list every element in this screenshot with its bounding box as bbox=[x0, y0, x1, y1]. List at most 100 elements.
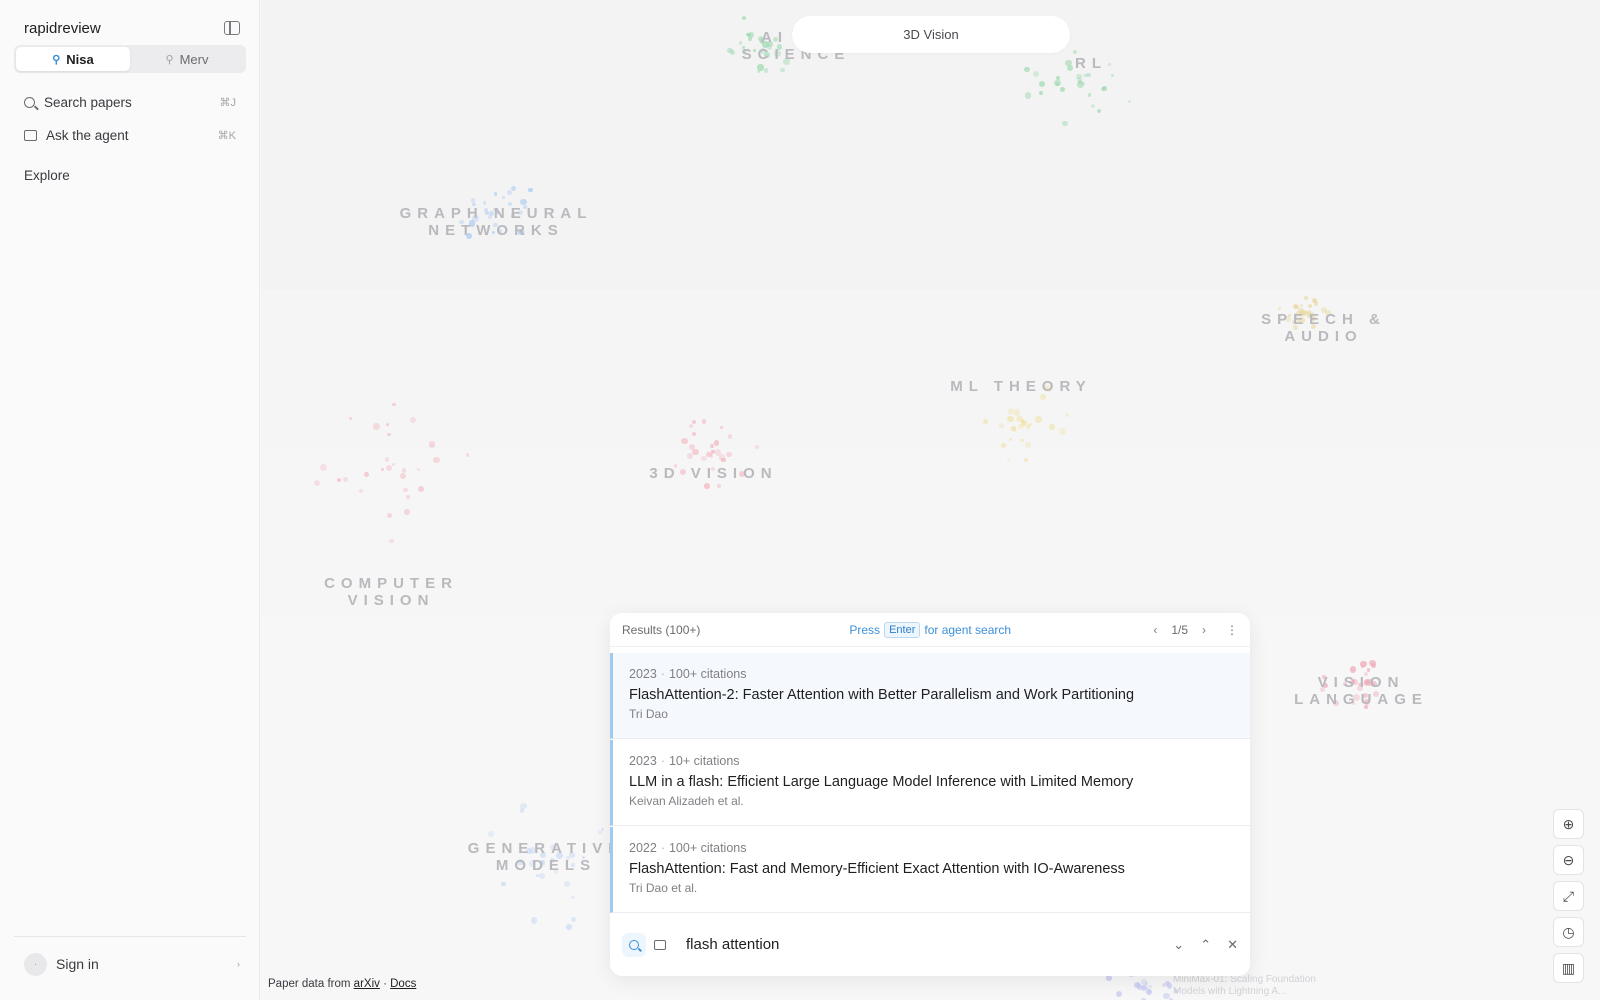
map-band bbox=[261, 290, 1600, 450]
profile-switcher: ⚲ Nisa ⚲ Merv bbox=[14, 45, 246, 73]
paper-dot bbox=[692, 449, 699, 456]
docs-link[interactable]: Docs bbox=[390, 978, 416, 990]
cluster-label-rl[interactable]: RL bbox=[1061, 55, 1121, 72]
paper-dot bbox=[1025, 442, 1031, 448]
sidebar: rapidreview ⚲ Nisa ⚲ Merv Search papers … bbox=[0, 0, 260, 1000]
sidebar-toggle-icon[interactable] bbox=[224, 21, 240, 35]
pager: ‹ 1/5 › ⋮ bbox=[1153, 623, 1238, 637]
result-title: FlashAttention: Fast and Memory-Efficien… bbox=[629, 861, 1125, 877]
cluster-label-vision-language[interactable]: VISION LANGUAGE bbox=[1246, 674, 1476, 708]
paper-dot bbox=[704, 483, 710, 489]
paper-dot bbox=[692, 420, 697, 424]
chevron-down-icon[interactable]: ⌄ bbox=[1173, 937, 1184, 953]
faint-paper-label: MiniMax-01: Scaling Foundation Models wi… bbox=[1173, 974, 1316, 997]
result-year: 2023 bbox=[629, 754, 657, 768]
chat-icon bbox=[654, 939, 666, 950]
search-icon bbox=[629, 939, 639, 950]
paper-dot bbox=[1076, 81, 1084, 89]
arxiv-link[interactable]: arXiv bbox=[354, 978, 380, 990]
paper-dot bbox=[727, 434, 732, 439]
profile-tab-nisa[interactable]: ⚲ Nisa bbox=[16, 47, 130, 71]
result-citations: 100+ citations bbox=[668, 667, 747, 681]
current-topic-pill[interactable]: 3D Vision bbox=[792, 16, 1070, 53]
paper-dot bbox=[1148, 985, 1152, 989]
profile-tab-merv[interactable]: ⚲ Merv bbox=[130, 47, 244, 71]
paper-dot bbox=[1023, 457, 1028, 462]
sign-in-label: Sign in bbox=[56, 956, 99, 972]
paper-dot bbox=[1007, 408, 1015, 415]
nav-explore[interactable]: Explore bbox=[24, 168, 70, 183]
map-view-button[interactable]: ▥ bbox=[1553, 953, 1584, 983]
result-title: LLM in a flash: Efficient Large Language… bbox=[629, 774, 1134, 790]
paper-dot bbox=[1096, 108, 1101, 113]
paper-dot bbox=[1028, 422, 1032, 427]
paper-dot bbox=[1018, 423, 1024, 430]
nav-search-papers[interactable]: Search papers ⌘J bbox=[24, 91, 236, 113]
search-input[interactable] bbox=[686, 936, 1126, 953]
result-authors: Keivan Alizadeh et al. bbox=[629, 794, 744, 808]
paper-dot bbox=[530, 917, 537, 924]
chevron-left-icon[interactable]: ‹ bbox=[1153, 623, 1157, 637]
expand-icon: ⤢ bbox=[1562, 887, 1575, 904]
fit-view-button[interactable]: ⤢ bbox=[1553, 881, 1584, 911]
paper-dot bbox=[488, 831, 494, 837]
paper-dot bbox=[1116, 990, 1123, 997]
paper-dot bbox=[1024, 91, 1032, 99]
paper-dot bbox=[1007, 415, 1014, 422]
chat-icon bbox=[24, 129, 37, 141]
results-panel: Results (100+) Press Enter for agent sea… bbox=[610, 613, 1250, 976]
paper-dot bbox=[1032, 70, 1039, 78]
cluster-label-computer-vision[interactable]: COMPUTER VISION bbox=[311, 575, 471, 609]
cluster-label-3d-vision[interactable]: 3D VISION bbox=[641, 465, 786, 482]
map-icon: ▥ bbox=[1561, 959, 1576, 976]
profile-label: Nisa bbox=[66, 51, 94, 67]
shortcut-hint: ⌘J bbox=[219, 96, 237, 109]
paper-dot bbox=[1166, 983, 1173, 989]
paper-dot bbox=[779, 67, 785, 73]
search-mode-button[interactable] bbox=[622, 932, 646, 957]
search-icon bbox=[24, 96, 35, 108]
paper-dot bbox=[519, 807, 525, 813]
close-icon[interactable]: ✕ bbox=[1227, 937, 1238, 953]
paper-dot bbox=[1035, 416, 1042, 423]
cluster-label-speech-audio[interactable]: SPEECH & AUDIO bbox=[1251, 311, 1396, 345]
zoom-in-button[interactable]: ⊕ bbox=[1553, 809, 1584, 839]
user-icon: ⚲ bbox=[165, 53, 174, 66]
paper-dot bbox=[566, 924, 572, 930]
paper-dot bbox=[1038, 80, 1045, 87]
paper-dot bbox=[1136, 982, 1141, 987]
paper-dot bbox=[1141, 984, 1148, 991]
paper-dot bbox=[1016, 415, 1023, 423]
agent-mode-button[interactable] bbox=[648, 933, 672, 957]
paper-dot bbox=[1038, 90, 1044, 95]
zoom-out-button[interactable]: ⊖ bbox=[1553, 845, 1584, 875]
more-options-icon[interactable]: ⋮ bbox=[1226, 623, 1238, 637]
cluster-label-gnn[interactable]: GRAPH NEURAL NETWORKS bbox=[391, 205, 601, 239]
search-bar: ⌄ ⌃ ✕ bbox=[610, 913, 1250, 976]
paper-dot bbox=[1105, 975, 1112, 982]
zoom-in-icon: ⊕ bbox=[1562, 815, 1575, 832]
paper-dot bbox=[506, 189, 513, 195]
paper-dot bbox=[470, 197, 476, 203]
result-item[interactable]: 2023 · 10+ citations LLM in a flash: Effic… bbox=[610, 740, 1250, 826]
history-button[interactable]: ◷ bbox=[1553, 917, 1584, 947]
nav-ask-agent[interactable]: Ask the agent ⌘K bbox=[24, 124, 236, 146]
paper-dot bbox=[429, 441, 436, 448]
result-item[interactable]: 2022 · 100+ citations FlashAttention: Fast… bbox=[610, 827, 1250, 913]
cluster-label-ml-theory[interactable]: ML THEORY bbox=[941, 378, 1101, 395]
chevron-right-icon[interactable]: › bbox=[1202, 623, 1206, 637]
result-year: 2023 bbox=[629, 667, 657, 681]
paper-dot bbox=[406, 494, 411, 499]
paper-dot bbox=[391, 462, 395, 467]
paper-dot bbox=[1012, 427, 1017, 432]
chevron-up-icon[interactable]: ⌃ bbox=[1200, 937, 1211, 953]
sign-in-button[interactable]: · Sign in › bbox=[24, 952, 240, 976]
nav-label: Ask the agent bbox=[46, 127, 129, 143]
paper-dot bbox=[1040, 394, 1046, 401]
results-header: Results (100+) Press Enter for agent sea… bbox=[610, 613, 1250, 647]
paper-dot bbox=[571, 895, 575, 900]
result-year: 2022 bbox=[629, 841, 657, 855]
divider bbox=[14, 936, 246, 937]
result-item[interactable]: 2023 · 100+ citations FlashAttention-2: Fa… bbox=[610, 653, 1250, 739]
result-citations: 100+ citations bbox=[668, 841, 747, 855]
